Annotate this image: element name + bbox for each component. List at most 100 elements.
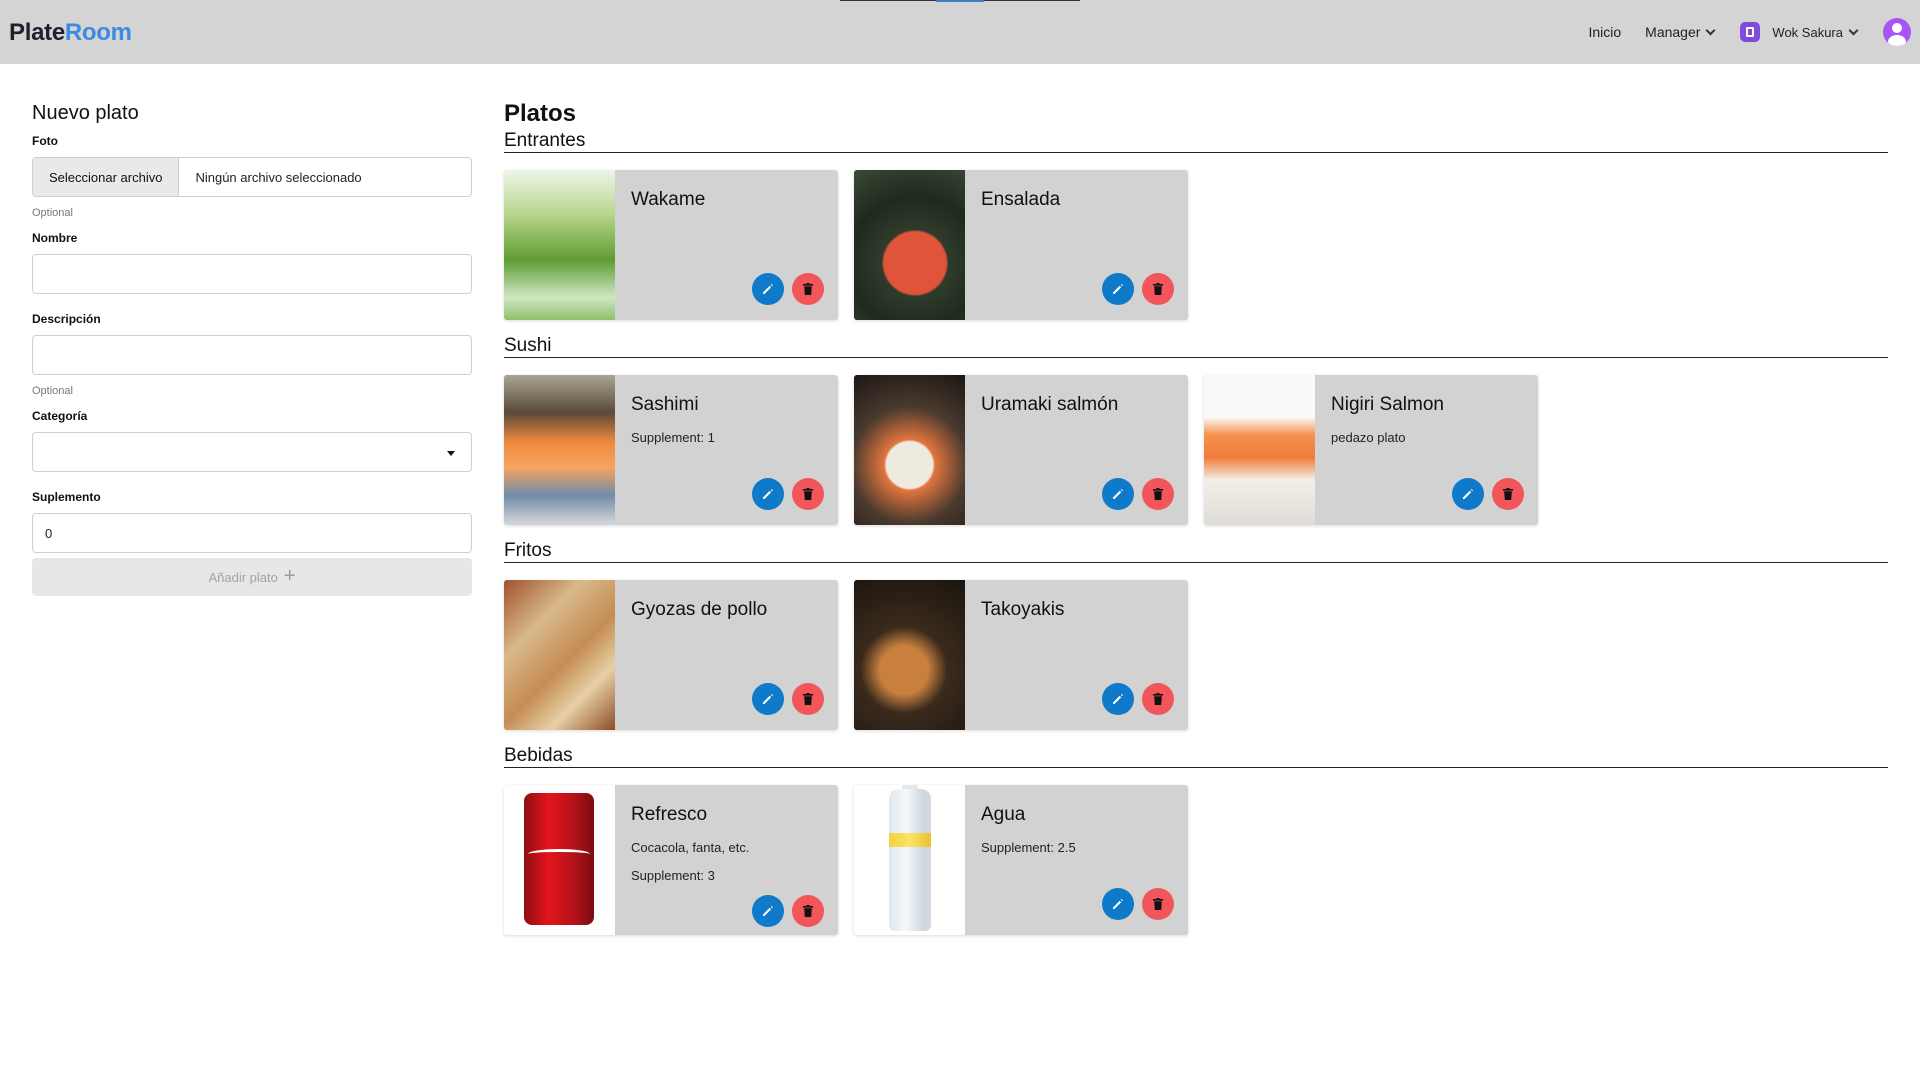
edit-dish-button[interactable] xyxy=(1102,888,1134,920)
dish-card-row: Wakame Ensalada xyxy=(504,170,1888,320)
brand-part-2: Room xyxy=(64,19,132,46)
category-title: Sushi xyxy=(504,335,1888,358)
dish-card: Ensalada xyxy=(854,170,1188,320)
dish-name: Refresco xyxy=(631,804,708,825)
dish-actions xyxy=(1444,478,1524,510)
trash-icon xyxy=(1503,488,1513,500)
pencil-icon xyxy=(1112,693,1124,705)
dish-actions xyxy=(1094,273,1174,305)
add-dish-button[interactable]: Añadir plato + xyxy=(32,558,472,596)
dish-actions xyxy=(744,683,824,715)
nav-manager-dropdown[interactable]: Manager xyxy=(1645,24,1716,40)
dish-card-row: Gyozas de pollo Takoyakis xyxy=(504,580,1888,730)
edit-dish-button[interactable] xyxy=(752,478,784,510)
delete-dish-button[interactable] xyxy=(1492,478,1524,510)
nav-menu: Inicio Manager Wok Sakura xyxy=(1588,0,1920,64)
delete-dish-button[interactable] xyxy=(792,895,824,927)
nav-inicio-link[interactable]: Inicio xyxy=(1588,24,1621,40)
restaurant-name: Wok Sakura xyxy=(1772,24,1843,40)
dish-card: Gyozas de pollo xyxy=(504,580,838,730)
dish-name: Agua xyxy=(981,804,1026,825)
dish-name: Gyozas de pollo xyxy=(631,599,768,620)
dishes-panel: Platos Entrantes Wakame Ensalada Sushi Sashi… xyxy=(504,100,1888,950)
dish-detail: Supplement: 2.5 xyxy=(981,840,1076,855)
foto-hint: Optional xyxy=(32,207,73,219)
delete-dish-button[interactable] xyxy=(792,273,824,305)
delete-dish-button[interactable] xyxy=(1142,683,1174,715)
wakame-photo xyxy=(504,170,615,320)
edit-dish-button[interactable] xyxy=(1102,273,1134,305)
nav-manager-label: Manager xyxy=(1645,24,1701,40)
ensalada-photo xyxy=(854,170,965,320)
delete-dish-button[interactable] xyxy=(1142,273,1174,305)
dish-actions xyxy=(744,478,824,510)
edit-dish-button[interactable] xyxy=(1452,478,1484,510)
suplemento-label: Suplemento xyxy=(32,490,101,504)
plus-icon: + xyxy=(283,564,296,587)
dish-detail: Supplement: 1 xyxy=(631,430,715,445)
dish-name: Ensalada xyxy=(981,189,1061,210)
trash-icon xyxy=(1153,283,1163,295)
brand-logo[interactable]: PlateRoom xyxy=(9,19,132,47)
edit-dish-button[interactable] xyxy=(1102,478,1134,510)
dish-detail: Supplement: 3 xyxy=(631,868,715,883)
dish-actions xyxy=(1094,888,1174,920)
user-avatar[interactable] xyxy=(1883,18,1911,46)
trash-icon xyxy=(1153,898,1163,910)
restaurant-icon xyxy=(1740,22,1761,42)
category-section: Bebidas Refresco Cocacola, fanta, etc. Supp… xyxy=(504,745,1888,935)
trash-icon xyxy=(1153,693,1163,705)
category-title: Entrantes xyxy=(504,130,1888,153)
dish-card: Uramaki salmón xyxy=(854,375,1188,525)
dish-card: Sashimi Supplement: 1 xyxy=(504,375,838,525)
caret-down-icon xyxy=(447,451,455,456)
categoria-label: Categoría xyxy=(32,409,88,423)
descripcion-input[interactable] xyxy=(32,335,472,375)
form-title: Nuevo plato xyxy=(32,102,139,124)
descripcion-hint: Optional xyxy=(32,385,73,397)
dish-name: Sashimi xyxy=(631,394,699,415)
edit-dish-button[interactable] xyxy=(1102,683,1134,715)
pencil-icon xyxy=(762,283,774,295)
delete-dish-button[interactable] xyxy=(792,683,824,715)
dish-card: Takoyakis xyxy=(854,580,1188,730)
categoria-select[interactable] xyxy=(32,432,472,472)
dish-card-row: Sashimi Supplement: 1 Uramaki salmón Nigiri… xyxy=(504,375,1888,525)
top-navbar: PlateRoom Inicio Manager Wok Sakura xyxy=(0,0,1920,64)
delete-dish-button[interactable] xyxy=(1142,478,1174,510)
edit-dish-button[interactable] xyxy=(752,683,784,715)
refresco-photo xyxy=(504,785,615,935)
trash-icon xyxy=(803,488,813,500)
pencil-icon xyxy=(1112,898,1124,910)
dish-actions xyxy=(744,895,824,927)
category-list: Entrantes Wakame Ensalada Sushi Sashimi Suppl… xyxy=(504,130,1888,935)
dish-card: Wakame xyxy=(504,170,838,320)
pencil-icon xyxy=(762,905,774,917)
pencil-icon xyxy=(762,693,774,705)
dish-card: Refresco Cocacola, fanta, etc. Supplement:… xyxy=(504,785,838,935)
dish-detail: pedazo plato xyxy=(1331,430,1406,445)
file-status-text: Ningún archivo seleccionado xyxy=(195,169,362,185)
delete-dish-button[interactable] xyxy=(1142,888,1174,920)
dish-name: Takoyakis xyxy=(981,599,1065,620)
delete-dish-button[interactable] xyxy=(792,478,824,510)
pencil-icon xyxy=(762,488,774,500)
select-file-button[interactable]: Seleccionar archivo xyxy=(33,158,180,196)
dish-actions xyxy=(1094,478,1174,510)
foto-file-input[interactable]: Seleccionar archivo Ningún archivo selec… xyxy=(32,157,472,197)
suplemento-input[interactable]: 0 xyxy=(32,513,472,553)
trash-icon xyxy=(803,905,813,917)
add-dish-label: Añadir plato xyxy=(208,569,278,585)
nombre-input[interactable] xyxy=(32,254,472,294)
edit-dish-button[interactable] xyxy=(752,895,784,927)
agua-photo xyxy=(854,785,965,935)
gyoza-photo xyxy=(504,580,615,730)
restaurant-switcher[interactable]: Wok Sakura xyxy=(1740,22,1859,42)
sashimi-photo xyxy=(504,375,615,525)
loading-indicator xyxy=(840,0,1080,2)
pencil-icon xyxy=(1462,488,1474,500)
trash-icon xyxy=(803,283,813,295)
edit-dish-button[interactable] xyxy=(752,273,784,305)
page-title: Platos xyxy=(504,100,577,127)
pencil-icon xyxy=(1112,488,1124,500)
